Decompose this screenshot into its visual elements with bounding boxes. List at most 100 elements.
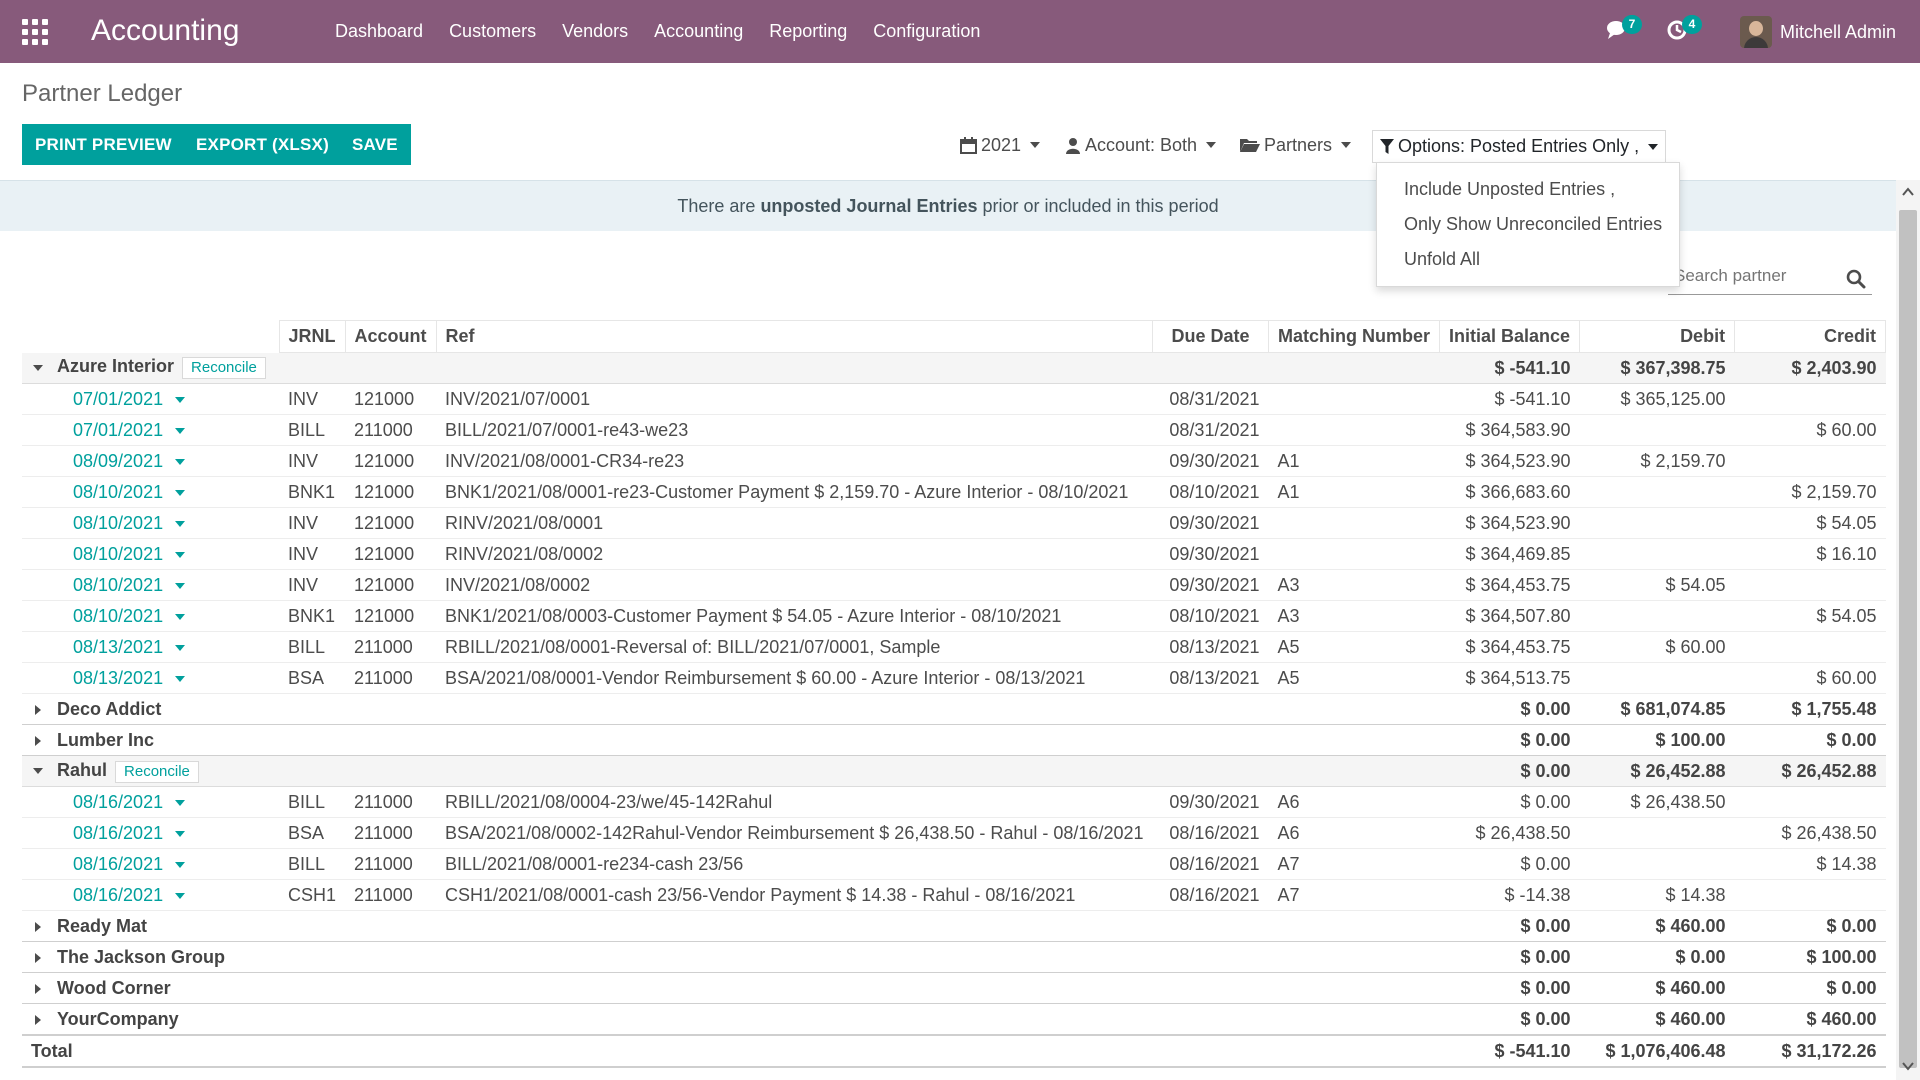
line-date-link[interactable]: 08/10/2021 xyxy=(31,575,186,595)
line-date-cell[interactable]: 08/13/2021 xyxy=(22,631,279,663)
line-date-link[interactable]: 08/10/2021 xyxy=(31,544,186,564)
apps-menu-icon[interactable] xyxy=(22,19,48,45)
caret-right-icon[interactable] xyxy=(35,921,41,932)
line-date-cell[interactable]: 08/16/2021 xyxy=(22,879,279,911)
partner-row[interactable]: Wood Corner $ 0.00 $ 460.00 $ 0.00 xyxy=(22,972,1886,1004)
line-date-cell[interactable]: 08/10/2021 xyxy=(22,600,279,632)
partners-filter-label: Partners xyxy=(1264,135,1333,155)
line-date-cell[interactable]: 08/16/2021 xyxy=(22,848,279,880)
option-unreconciled-only[interactable]: Only Show Unreconciled Entries xyxy=(1404,214,1662,235)
caret-right-icon[interactable] xyxy=(35,983,41,994)
account-filter[interactable]: Account: Both xyxy=(1066,131,1217,159)
caret-right-icon[interactable] xyxy=(35,952,41,963)
chevron-down-icon[interactable] xyxy=(175,644,186,651)
line-date-cell[interactable]: 08/09/2021 xyxy=(22,445,279,477)
line-date-link[interactable]: 08/13/2021 xyxy=(31,668,186,688)
chevron-down-icon[interactable] xyxy=(175,613,186,620)
option-include-unposted[interactable]: Include Unposted Entries , xyxy=(1404,179,1615,200)
export-xlsx-button[interactable]: EXPORT (XLSX) xyxy=(183,124,342,165)
line-date-link[interactable]: 07/01/2021 xyxy=(31,389,186,409)
chevron-down-icon[interactable] xyxy=(175,861,186,868)
partner-row[interactable]: Azure Interior Reconcile $ -541.10 $ 367,39… xyxy=(22,352,1886,384)
line-date-link[interactable]: 08/16/2021 xyxy=(31,885,186,905)
partner-name-cell[interactable]: YourCompany xyxy=(22,1003,279,1036)
line-date-cell[interactable]: 08/10/2021 xyxy=(22,507,279,539)
partner-name-cell[interactable]: Rahul Reconcile xyxy=(22,755,279,787)
partner-row[interactable]: YourCompany $ 0.00 $ 460.00 $ 460.00 xyxy=(22,1003,1886,1036)
header-credit: Credit xyxy=(1734,320,1887,353)
messages-tray[interactable]: 7 xyxy=(1606,15,1642,44)
partner-row[interactable]: Lumber Inc $ 0.00 $ 100.00 $ 0.00 xyxy=(22,724,1886,756)
line-date-link[interactable]: 07/01/2021 xyxy=(31,420,186,440)
date-filter[interactable]: 2021 xyxy=(960,131,1041,159)
line-date-cell[interactable]: 08/10/2021 xyxy=(22,476,279,508)
partner-name-cell[interactable]: Azure Interior Reconcile xyxy=(22,352,279,384)
scrollbar[interactable] xyxy=(1896,180,1920,1080)
partner-name-cell[interactable]: Ready Mat xyxy=(22,910,279,942)
chevron-down-icon[interactable] xyxy=(175,799,186,806)
line-date-cell[interactable]: 08/13/2021 xyxy=(22,662,279,694)
chevron-down-icon[interactable] xyxy=(175,458,186,465)
menu-dashboard[interactable]: Dashboard xyxy=(322,0,436,63)
caret-down-icon[interactable] xyxy=(33,767,43,774)
scroll-up-icon[interactable] xyxy=(1902,186,1914,198)
line-date-link[interactable]: 08/16/2021 xyxy=(31,854,186,874)
line-date-link[interactable]: 08/10/2021 xyxy=(31,513,186,533)
partner-row[interactable]: Ready Mat $ 0.00 $ 460.00 $ 0.00 xyxy=(22,910,1886,942)
menu-reporting[interactable]: Reporting xyxy=(756,0,860,63)
line-date-cell[interactable]: 08/16/2021 xyxy=(22,817,279,849)
chevron-down-icon[interactable] xyxy=(175,582,186,589)
option-unfold-all[interactable]: Unfold All xyxy=(1404,249,1480,270)
menu-customers[interactable]: Customers xyxy=(436,0,549,63)
activities-tray[interactable]: 4 xyxy=(1666,15,1702,44)
partner-credit: $ 1,755.48 xyxy=(1734,693,1886,725)
reconcile-button[interactable]: Reconcile xyxy=(115,760,199,783)
partner-name-cell[interactable]: Lumber Inc xyxy=(22,724,279,756)
partners-filter[interactable]: Partners xyxy=(1240,131,1352,159)
line-date-cell[interactable]: 08/10/2021 xyxy=(22,569,279,601)
search-input[interactable] xyxy=(1668,264,1834,286)
line-date-link[interactable]: 08/16/2021 xyxy=(31,792,186,812)
partner-row[interactable]: Rahul Reconcile $ 0.00 $ 26,452.88 $ 26,452.… xyxy=(22,755,1886,787)
scroll-down-icon[interactable] xyxy=(1902,1060,1914,1072)
line-date-link[interactable]: 08/16/2021 xyxy=(31,823,186,843)
caret-right-icon[interactable] xyxy=(35,1014,41,1025)
chevron-down-icon[interactable] xyxy=(175,489,186,496)
line-date-cell[interactable]: 08/10/2021 xyxy=(22,538,279,570)
chevron-down-icon[interactable] xyxy=(175,675,186,682)
line-date-link[interactable]: 08/13/2021 xyxy=(31,637,186,657)
menu-configuration[interactable]: Configuration xyxy=(860,0,993,63)
save-button[interactable]: SAVE xyxy=(339,124,411,165)
partner-name-cell[interactable]: The Jackson Group xyxy=(22,941,279,973)
chevron-down-icon[interactable] xyxy=(175,396,186,403)
menu-vendors[interactable]: Vendors xyxy=(549,0,641,63)
search-icon[interactable] xyxy=(1846,269,1866,289)
chevron-down-icon[interactable] xyxy=(175,520,186,527)
user-menu[interactable]: Mitchell Admin xyxy=(1740,14,1896,50)
chevron-down-icon[interactable] xyxy=(175,892,186,899)
options-filter[interactable]: Options: Posted Entries Only , xyxy=(1372,130,1667,163)
chevron-down-icon[interactable] xyxy=(175,551,186,558)
caret-down-icon[interactable] xyxy=(33,364,43,371)
line-date-link[interactable]: 08/09/2021 xyxy=(31,451,186,471)
line-account: 121000 xyxy=(345,476,437,508)
print-preview-button[interactable]: PRINT PREVIEW xyxy=(22,124,185,165)
partner-row[interactable]: Deco Addict $ 0.00 $ 681,074.85 $ 1,755.48 xyxy=(22,693,1886,725)
chevron-down-icon[interactable] xyxy=(175,830,186,837)
line-date-cell[interactable]: 08/16/2021 xyxy=(22,786,279,818)
line-date-cell[interactable]: 07/01/2021 xyxy=(22,414,279,446)
chevron-down-icon[interactable] xyxy=(175,427,186,434)
partner-name-cell[interactable]: Deco Addict xyxy=(22,693,279,725)
line-date-link[interactable]: 08/10/2021 xyxy=(31,606,186,626)
scroll-thumb[interactable] xyxy=(1899,210,1917,1068)
caret-right-icon[interactable] xyxy=(35,735,41,746)
reconcile-button[interactable]: Reconcile xyxy=(182,357,266,380)
line-date-cell[interactable]: 07/01/2021 xyxy=(22,383,279,415)
partner-row[interactable]: The Jackson Group $ 0.00 $ 0.00 $ 100.00 xyxy=(22,941,1886,973)
caret-right-icon[interactable] xyxy=(35,704,41,715)
empty-cell xyxy=(436,693,1153,725)
line-date-link[interactable]: 08/10/2021 xyxy=(31,482,186,502)
menu-accounting[interactable]: Accounting xyxy=(641,0,756,63)
partner-name-cell[interactable]: Wood Corner xyxy=(22,972,279,1004)
app-brand[interactable]: Accounting xyxy=(91,12,239,50)
